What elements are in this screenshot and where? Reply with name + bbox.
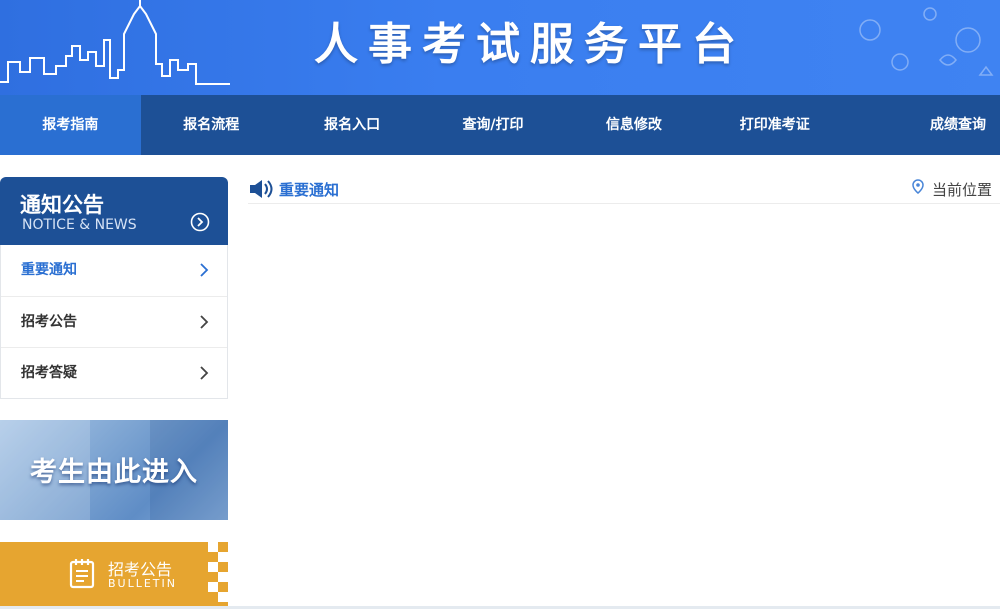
bulletin-label-en: BULLETIN (108, 577, 177, 590)
sidebar-item-label: 重要通知 (21, 262, 77, 278)
header-banner: 人事考试服务平台 (0, 0, 1000, 95)
speaker-icon (250, 180, 273, 198)
nav-item-scores[interactable]: 成绩查询 (845, 95, 1000, 155)
bulletin-banner[interactable]: 招考公告 BULLETIN (0, 542, 228, 606)
sidebar-item-label: 招考答疑 (21, 365, 77, 381)
sidebar-title: 通知公告 (20, 193, 104, 217)
nav-item-register[interactable]: 报名入口 (282, 95, 423, 155)
nav-item-guide[interactable]: 报考指南 (0, 95, 141, 155)
site-title: 人事考试服务平台 (314, 19, 746, 70)
sidebar-item-faq[interactable]: 招考答疑 (1, 347, 227, 398)
sidebar-item-important-notice[interactable]: 重要通知 (1, 245, 227, 296)
chevron-right-icon (200, 263, 209, 277)
main-nav: 报考指南 报名流程 报名入口 查询/打印 信息修改 打印准考证 成绩查询 (0, 95, 1000, 155)
section-title: 重要通知 (279, 181, 340, 199)
sidebar-header: 通知公告 NOTICE & NEWS (0, 177, 228, 245)
candidate-entry-banner[interactable]: 考生由此进入 (0, 420, 228, 520)
nav-item-edit-info[interactable]: 信息修改 (563, 95, 704, 155)
document-icon (69, 559, 95, 589)
nav-item-query-print[interactable]: 查询/打印 (423, 95, 564, 155)
sidebar-item-recruit-notice[interactable]: 招考公告 (1, 296, 227, 347)
checker-pattern-decoration (208, 542, 228, 602)
chevron-right-icon (200, 366, 209, 380)
chevron-right-icon (200, 315, 209, 329)
sidebar-subtitle: NOTICE & NEWS (22, 217, 137, 233)
content-header: 重要通知 当前位置 (248, 177, 1000, 204)
sidebar-item-label: 招考公告 (21, 314, 77, 330)
breadcrumb-current-location: 当前位置 (932, 181, 993, 199)
nav-item-process[interactable]: 报名流程 (141, 95, 282, 155)
nav-item-print-ticket[interactable]: 打印准考证 (704, 95, 845, 155)
sidebar-list: 重要通知 招考公告 招考答疑 (0, 245, 228, 399)
candidate-entry-label: 考生由此进入 (30, 457, 198, 488)
chevron-circle-right-icon[interactable] (190, 212, 210, 232)
location-pin-icon (912, 179, 924, 194)
